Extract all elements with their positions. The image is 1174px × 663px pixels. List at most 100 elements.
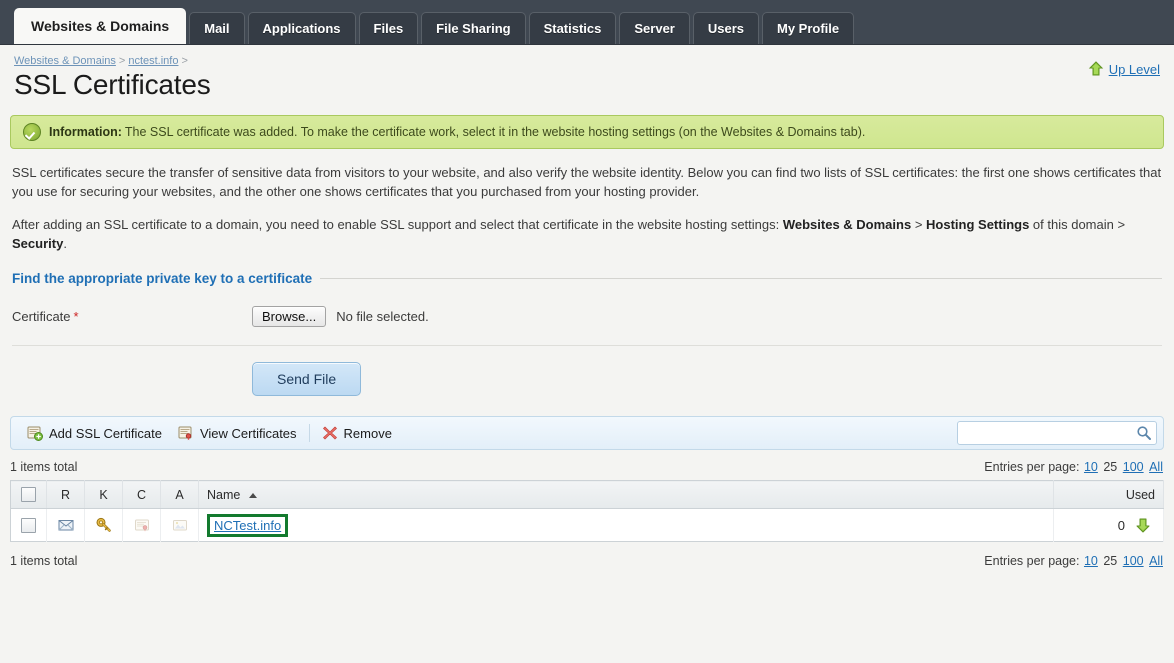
remove-button[interactable]: Remove xyxy=(314,425,400,441)
entries-option-100-top[interactable]: 100 xyxy=(1123,460,1144,474)
row-cell-name: NCTest.info xyxy=(198,508,1054,542)
view-certificates-button[interactable]: View Certificates xyxy=(170,425,305,441)
row-cell-a xyxy=(160,508,199,542)
entries-option-25-bottom-selected: 25 xyxy=(1103,554,1118,568)
add-ssl-certificate-button[interactable]: Add SSL Certificate xyxy=(19,425,170,441)
toolbar-divider xyxy=(308,424,310,442)
certificate-name-highlight: NCTest.info xyxy=(207,513,289,537)
entries-option-all-top[interactable]: All xyxy=(1149,460,1163,474)
column-header-a[interactable]: A xyxy=(160,480,199,509)
intro-p2-websites-domains: Websites & Domains xyxy=(782,217,912,232)
browse-button[interactable]: Browse... xyxy=(252,306,327,327)
tab-users[interactable]: Users xyxy=(692,12,760,44)
view-certificates-label: View Certificates xyxy=(199,425,297,441)
tab-applications[interactable]: Applications xyxy=(247,12,356,44)
tab-files[interactable]: Files xyxy=(358,12,419,44)
page-content: SSL certificates secure the transfer of … xyxy=(0,163,1174,412)
up-level-link[interactable]: Up Level xyxy=(1109,62,1160,77)
column-header-c[interactable]: C xyxy=(122,480,161,509)
list-meta-bottom: 1 items total Entries per page: 10 25 10… xyxy=(10,554,1164,568)
column-header-name-label: Name xyxy=(207,487,241,502)
tab-mail[interactable]: Mail xyxy=(189,12,245,44)
intro-p2-sep-1: > xyxy=(911,217,927,232)
entries-per-page-bottom: Entries per page: 10 25 100 All xyxy=(984,554,1164,568)
section-divider xyxy=(320,278,1162,279)
certificate-upload-row: Certificate * Browse... No file selected. xyxy=(12,306,1162,346)
breadcrumb-link-nctest-info[interactable]: nctest.info xyxy=(128,55,178,67)
information-label: Information: xyxy=(49,125,122,139)
entries-option-25-top-selected: 25 xyxy=(1103,460,1118,474)
up-level-control[interactable]: Up Level xyxy=(1088,61,1160,77)
private-key-link[interactable]: Find the appropriate private key to a ce… xyxy=(12,271,312,286)
intro-p2-security: Security xyxy=(12,236,64,251)
page-header: Websites & Domains > nctest.info > SSL Cert… xyxy=(0,45,1174,101)
breadcrumb-link-websites-and-domains[interactable]: Websites & Domains xyxy=(14,55,116,67)
entries-per-page-label-top: Entries per page: xyxy=(984,460,1080,474)
row-cell-k xyxy=(84,508,123,542)
certificate-label-text: Certificate xyxy=(12,309,71,324)
certificate-name-link[interactable]: NCTest.info xyxy=(214,518,281,533)
entries-option-all-bottom[interactable]: All xyxy=(1149,554,1163,568)
entries-option-100-bottom[interactable]: 100 xyxy=(1123,554,1144,568)
tab-my-profile[interactable]: My Profile xyxy=(762,12,855,44)
items-total-top: 1 items total xyxy=(10,460,78,474)
tab-statistics[interactable]: Statistics xyxy=(528,12,617,44)
row-cell-r xyxy=(46,508,85,542)
envelope-icon xyxy=(47,517,84,533)
column-header-name[interactable]: Name xyxy=(198,480,1054,509)
breadcrumb-separator-2: > xyxy=(181,55,188,67)
breadcrumb-separator-1: > xyxy=(118,55,126,67)
sort-ascending-icon xyxy=(248,492,257,498)
intro-p2-part-e: of this domain > xyxy=(1029,217,1126,232)
select-all-checkbox[interactable] xyxy=(21,487,36,503)
row-checkbox[interactable] xyxy=(21,518,36,534)
list-toolbar: Add SSL Certificate View Certificates Re… xyxy=(10,416,1164,450)
search-input[interactable] xyxy=(958,423,1136,443)
entries-per-page-top: Entries per page: 10 25 100 All xyxy=(984,460,1164,474)
row-cell-c xyxy=(122,508,161,542)
tab-server[interactable]: Server xyxy=(619,12,690,44)
entries-option-10-bottom[interactable]: 10 xyxy=(1084,554,1098,568)
search-icon[interactable] xyxy=(1136,425,1152,441)
private-key-section-header: Find the appropriate private key to a ce… xyxy=(12,271,1162,286)
table-row: NCTest.info 0 xyxy=(10,508,1164,542)
certificate-field-label: Certificate * xyxy=(12,309,252,324)
search-box[interactable] xyxy=(957,421,1157,445)
intro-p2-hosting-settings: Hosting Settings xyxy=(926,217,1030,232)
tab-file-sharing[interactable]: File Sharing xyxy=(421,12,526,44)
remove-x-icon xyxy=(322,425,338,441)
ssl-certificates-table: R K C A Name Used NCTest.info 0 xyxy=(10,480,1164,542)
entries-per-page-label-bottom: Entries per page: xyxy=(984,554,1080,568)
column-header-k[interactable]: K xyxy=(84,480,123,509)
table-header-row: R K C A Name Used xyxy=(10,480,1164,509)
tab-websites-and-domains[interactable]: Websites & Domains xyxy=(14,8,187,44)
required-asterisk: * xyxy=(73,309,79,324)
information-message: The SSL certificate was added. To make t… xyxy=(124,125,866,139)
intro-paragraph-2: After adding an SSL certificate to a dom… xyxy=(12,215,1162,253)
information-message-box: Information: The SSL certificate was add… xyxy=(10,115,1164,149)
key-icon xyxy=(85,517,122,533)
items-total-bottom: 1 items total xyxy=(10,554,78,568)
up-level-arrow-icon xyxy=(1088,61,1104,77)
page-title: SSL Certificates xyxy=(14,69,211,100)
column-header-r[interactable]: R xyxy=(46,480,85,509)
remove-label: Remove xyxy=(343,425,392,441)
used-count: 0 xyxy=(1117,517,1125,533)
entries-option-10-top[interactable]: 10 xyxy=(1084,460,1098,474)
column-header-used[interactable]: Used xyxy=(1053,480,1164,509)
send-file-button[interactable]: Send File xyxy=(252,362,362,396)
send-file-spacer xyxy=(12,362,252,396)
green-down-arrow-icon[interactable] xyxy=(1135,517,1151,533)
success-check-icon xyxy=(23,123,41,141)
intro-paragraph-1: SSL certificates secure the transfer of … xyxy=(12,165,1162,199)
add-ssl-certificate-label: Add SSL Certificate xyxy=(49,425,162,441)
row-select-cell[interactable] xyxy=(10,508,47,542)
row-cell-used: 0 xyxy=(1053,508,1164,542)
view-certificates-icon xyxy=(178,425,194,441)
intro-p2-part-a: After adding an SSL certificate to a dom… xyxy=(12,217,783,232)
breadcrumb: Websites & Domains > nctest.info > xyxy=(14,55,1160,67)
column-header-select-all[interactable] xyxy=(10,480,47,509)
ca-certificate-icon-disabled xyxy=(161,517,198,533)
certificate-icon-disabled xyxy=(123,517,160,533)
main-tab-bar: Websites & Domains Mail Applications Fil… xyxy=(0,0,1174,45)
